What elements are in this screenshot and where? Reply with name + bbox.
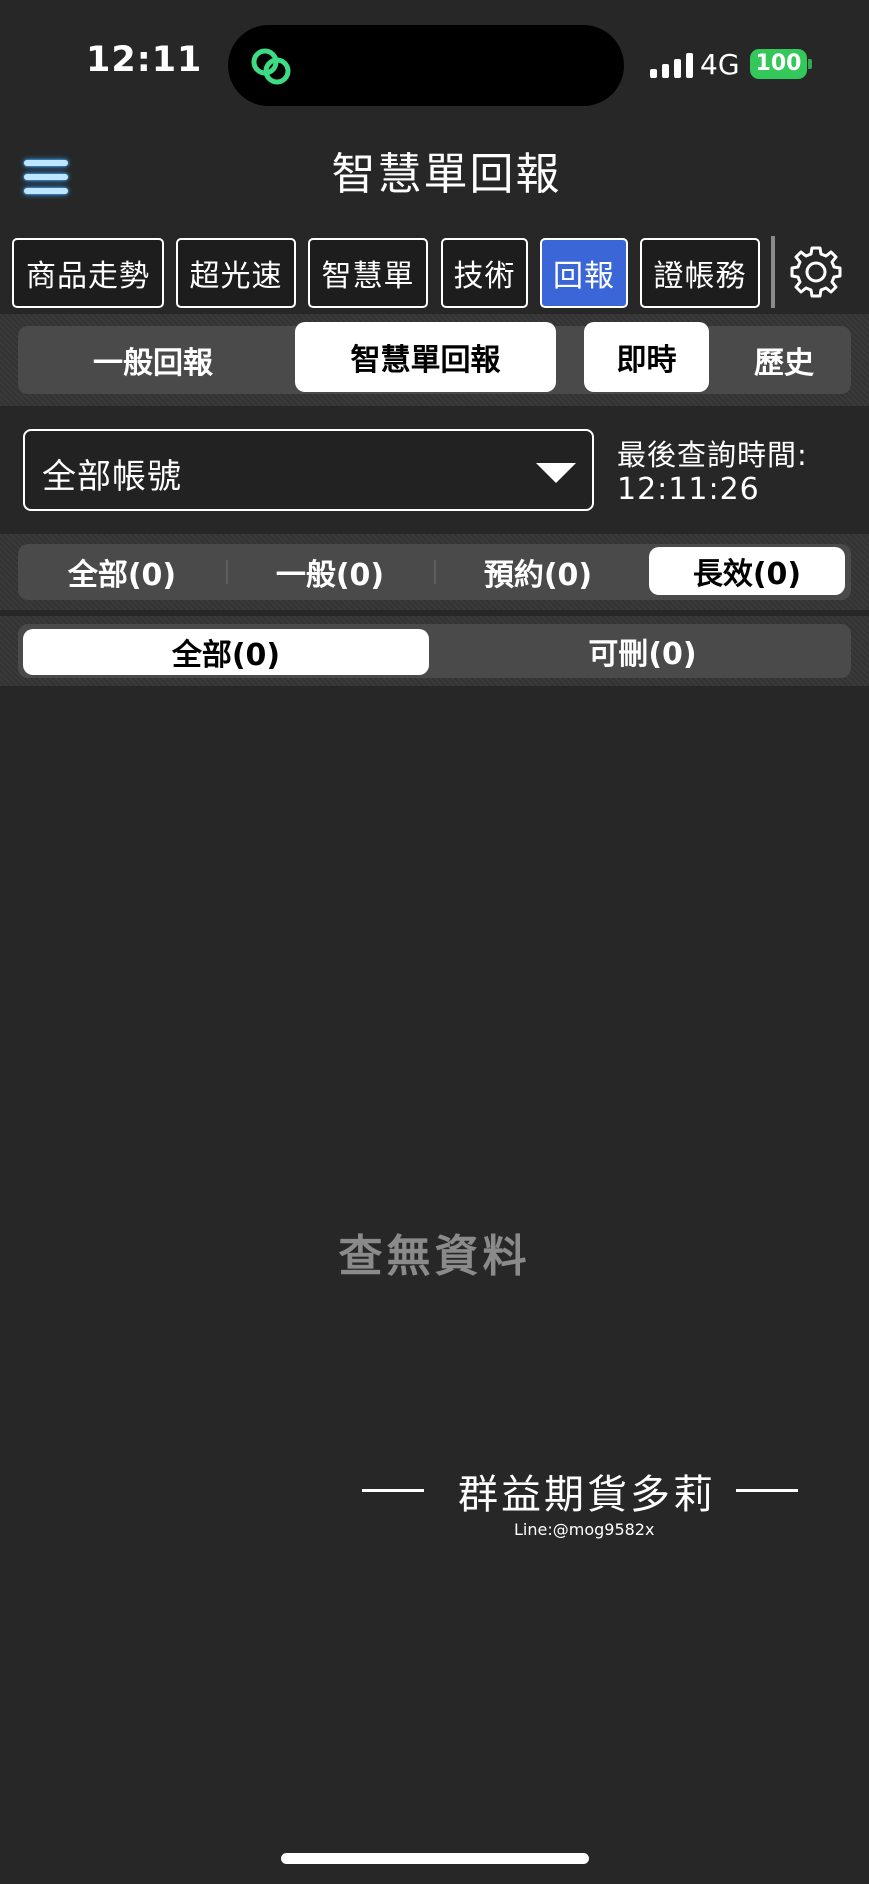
time-mode-realtime[interactable]: 即時	[584, 322, 709, 392]
sub-filter-all[interactable]: 全部(0)	[23, 629, 429, 675]
watermark-line-id: Line:@mog9582x	[514, 1520, 655, 1539]
watermark-rule-left	[362, 1489, 424, 1492]
gear-icon[interactable]	[786, 242, 846, 302]
tab-report[interactable]: 回報	[540, 238, 628, 308]
tab-smart-order[interactable]: 智慧單	[308, 238, 428, 308]
account-value: 全部帳號	[42, 457, 182, 497]
last-query-time: 12:11:26	[617, 472, 760, 507]
app-screen: 12:11 4G 100 智慧單回報 商品走勢 超光速 智慧單 技術 回報 證帳…	[0, 0, 869, 1884]
tab-ultra-speed[interactable]: 超光速	[176, 238, 296, 308]
status-time: 12:11	[86, 40, 203, 80]
account-dropdown[interactable]: 全部帳號	[23, 429, 594, 511]
tab-product-trend[interactable]: 商品走勢	[12, 238, 164, 308]
battery-tip	[808, 59, 812, 69]
battery-icon: 100	[750, 49, 807, 79]
report-type-smart[interactable]: 智慧單回報	[295, 322, 556, 392]
tab-technical[interactable]: 技術	[441, 238, 528, 308]
network-type: 4G	[700, 48, 740, 81]
time-mode-history[interactable]: 歷史	[724, 326, 844, 394]
filter-all[interactable]: 全部(0)	[18, 544, 226, 600]
report-type-general[interactable]: 一般回報	[18, 326, 288, 394]
home-indicator[interactable]	[281, 1853, 589, 1864]
signal-icon	[650, 52, 693, 78]
tab-divider	[771, 236, 775, 308]
sub-filter-band: 全部(0) 可刪(0)	[0, 616, 869, 686]
link-app-icon	[251, 48, 291, 85]
page-title: 智慧單回報	[331, 149, 562, 200]
watermark-rule-right	[736, 1489, 798, 1492]
filter-general[interactable]: 一般(0)	[226, 544, 434, 600]
caret-down-icon	[536, 463, 576, 483]
last-query-label: 最後查詢時間:	[617, 438, 808, 472]
empty-state-message: 查無資料	[338, 1231, 531, 1282]
order-filter-band: 全部(0) 一般(0) 預約(0) 長效(0)	[0, 534, 869, 610]
filter-long-term[interactable]: 長效(0)	[649, 547, 845, 595]
report-type-band: 一般回報 智慧單回報 即時 歷史	[0, 314, 869, 406]
sub-filter-deletable[interactable]: 可刪(0)	[436, 624, 849, 678]
watermark-name: 群益期貨多莉	[458, 1472, 716, 1518]
filter-reservation[interactable]: 預約(0)	[434, 544, 642, 600]
tab-securities-account[interactable]: 證帳務	[640, 238, 760, 308]
dynamic-island	[228, 25, 624, 106]
